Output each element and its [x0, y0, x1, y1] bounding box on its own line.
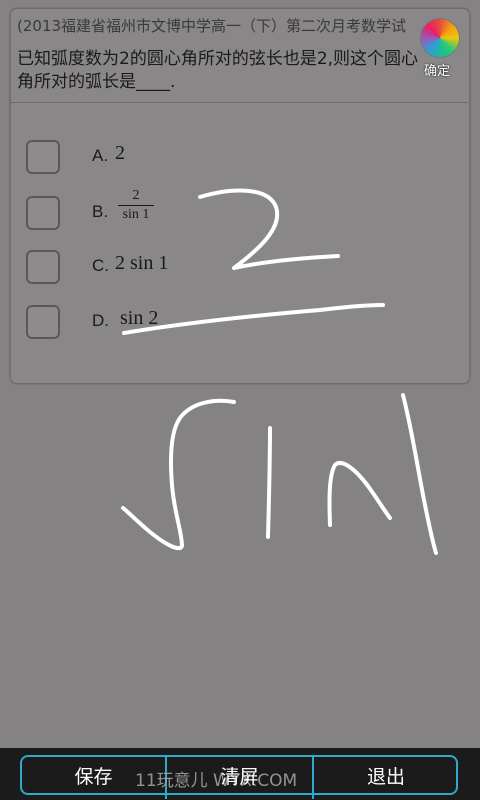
- ink-stroke-i: [266, 426, 272, 539]
- save-button[interactable]: 保存: [22, 755, 165, 799]
- ink-stroke-2: [198, 188, 340, 270]
- ink-stroke-s: [121, 398, 236, 551]
- handwriting-canvas[interactable]: [0, 0, 480, 748]
- ink-stroke-n: [327, 461, 392, 527]
- ink-stroke-l: [401, 393, 438, 555]
- clear-button[interactable]: 清屏: [167, 755, 312, 799]
- ink-stroke-underline: [122, 303, 385, 335]
- exit-button[interactable]: 退出: [314, 755, 458, 799]
